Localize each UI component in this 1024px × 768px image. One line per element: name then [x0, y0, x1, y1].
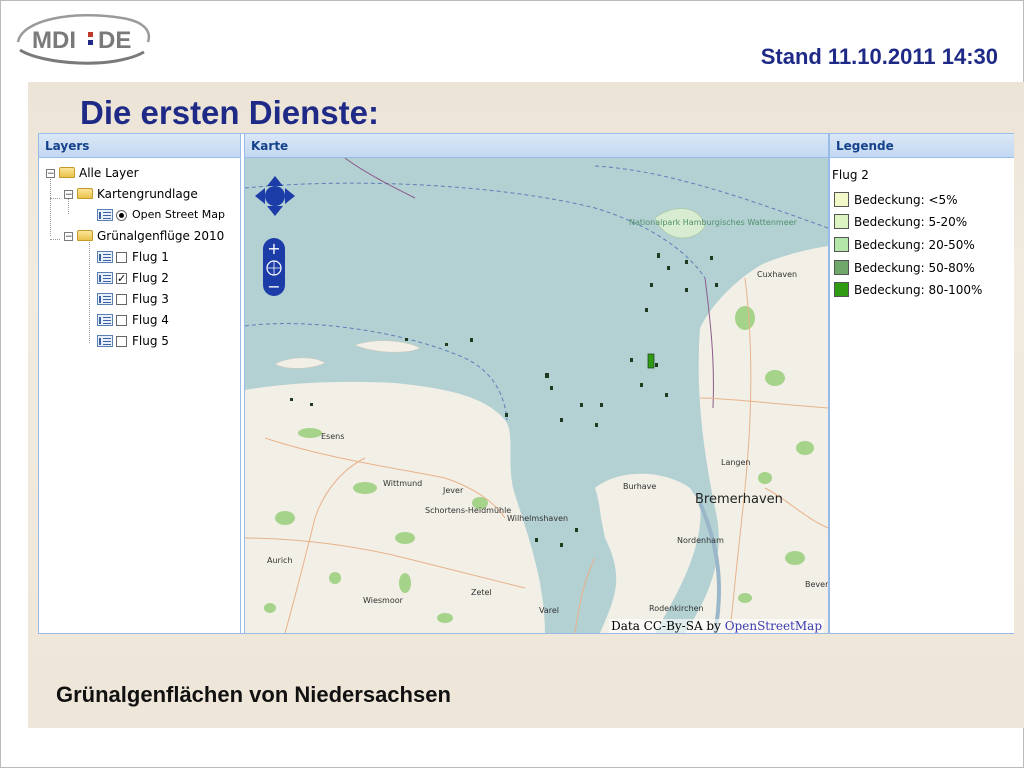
- svg-text:+: +: [267, 239, 280, 258]
- layers-panel: Layers − Alle Layer − Kartengrundlage Op…: [39, 134, 241, 633]
- map-label-nordenham: Nordenham: [677, 536, 724, 545]
- tree-node-alle-layer[interactable]: − Alle Layer: [39, 164, 239, 182]
- layer-checkbox[interactable]: [116, 336, 127, 347]
- layer-item-flug-3[interactable]: Flug 3: [39, 290, 239, 308]
- legend-panel: Legende Flug 2 Bedeckung: <5% Bedeckung:…: [829, 134, 1014, 633]
- legend-label: Bedeckung: 80-100%: [854, 283, 983, 297]
- folder-icon: [59, 167, 75, 178]
- timestamp: Stand 11.10.2011 14:30: [760, 44, 998, 69]
- layer-icon: [97, 293, 113, 305]
- layer-label: Flug 1: [132, 250, 169, 264]
- map-label-zetel: Zetel: [471, 588, 492, 597]
- legend-swatch: [834, 260, 849, 275]
- layer-checkbox[interactable]: [116, 315, 127, 326]
- layers-panel-header: Layers: [39, 134, 240, 158]
- svg-text:DE: DE: [98, 27, 131, 54]
- legend-label: Bedeckung: 20-50%: [854, 238, 975, 252]
- collapse-icon[interactable]: −: [64, 190, 73, 200]
- legend-label: Bedeckung: 5-20%: [854, 215, 968, 229]
- tree-node-label: Alle Layer: [79, 166, 139, 180]
- algae-patch-high: [647, 353, 655, 369]
- map-label-cuxhaven: Cuxhaven: [757, 270, 798, 279]
- svg-text:−: −: [267, 277, 280, 296]
- map-viewport[interactable]: + − Nationalpark Hamburgisches Wattenmee…: [245, 157, 829, 633]
- legend-swatch: [834, 214, 849, 229]
- map-label-esens: Esens: [321, 432, 345, 441]
- layer-icon: [97, 209, 113, 221]
- collapse-icon[interactable]: −: [64, 232, 73, 242]
- layer-item-flug-5[interactable]: Flug 5: [39, 332, 239, 350]
- map-label-wittmund: Wittmund: [383, 479, 423, 488]
- slide-caption: Grünalgenflächen von Niedersachsen: [56, 682, 451, 707]
- legend-swatch: [834, 192, 849, 207]
- layer-label: Flug 4: [132, 313, 169, 327]
- map-label-varel: Varel: [539, 606, 560, 615]
- attribution-link[interactable]: OpenStreetMap: [725, 619, 822, 633]
- layer-checkbox[interactable]: [116, 252, 127, 263]
- tree-node-gruenalgenfluege[interactable]: − Grünalgenflüge 2010: [39, 227, 239, 245]
- legend-label: Bedeckung: 50-80%: [854, 261, 975, 275]
- map-attribution: Data CC-By-SA by OpenStreetMap: [609, 619, 824, 633]
- tree-node-label: Grünalgenflüge 2010: [97, 229, 225, 243]
- layer-icon: [97, 251, 113, 263]
- layer-item-flug-2[interactable]: ✓ Flug 2: [39, 269, 239, 287]
- web-mapping-app: Layers − Alle Layer − Kartengrundlage Op…: [38, 133, 1014, 634]
- map-label-schortens: Schortens-Heidmühle: [425, 506, 512, 515]
- layer-label: Flug 3: [132, 292, 169, 306]
- map-panel-header: Karte: [245, 134, 828, 158]
- map-label-bever: Bever: [805, 580, 829, 589]
- zoom-control: + −: [263, 238, 285, 296]
- legend-swatch: [834, 282, 849, 297]
- mdi-de-logo: MDI DE: [16, 14, 151, 65]
- tree-node-label: Kartengrundlage: [97, 187, 198, 201]
- folder-icon: [77, 230, 93, 241]
- slide-title: Die ersten Dienste:: [80, 94, 379, 131]
- attribution-text: Data CC-By-SA by: [611, 619, 725, 633]
- layer-checkbox[interactable]: [116, 294, 127, 305]
- layer-item-flug-4[interactable]: Flug 4: [39, 311, 239, 329]
- layer-icon: [97, 335, 113, 347]
- map-label-rodenkirchen: Rodenkirchen: [649, 604, 704, 613]
- legend-panel-header: Legende: [830, 134, 1014, 158]
- svg-text:MDI: MDI: [32, 27, 76, 54]
- map-label-langen: Langen: [721, 458, 751, 467]
- map-label-jever: Jever: [443, 486, 464, 495]
- layer-label: Open Street Map: [132, 208, 226, 221]
- layer-checkbox-checked[interactable]: ✓: [116, 273, 127, 284]
- base-layer-radio[interactable]: [116, 210, 127, 221]
- collapse-icon[interactable]: −: [46, 169, 55, 179]
- legend-label: Bedeckung: <5%: [854, 193, 958, 207]
- map-label-wiesmoor: Wiesmoor: [363, 596, 403, 605]
- map-label-nationalpark: Nationalpark Hamburgisches Wattenmeer: [629, 218, 797, 227]
- folder-icon: [77, 188, 93, 199]
- layer-item-open-street-map[interactable]: Open Street Map: [39, 206, 239, 224]
- tree-node-kartengrundlage[interactable]: − Kartengrundlage: [39, 185, 239, 203]
- map-label-wilhelmshaven: Wilhelmshaven: [507, 514, 569, 523]
- legend-swatch: [834, 237, 849, 252]
- layer-label: Flug 5: [132, 334, 169, 348]
- map-label-burhave: Burhave: [623, 482, 657, 491]
- map-label-bremerhaven: Bremerhaven: [695, 492, 783, 507]
- legend-layer-name: Flug 2: [832, 168, 869, 182]
- layer-item-flug-1[interactable]: Flug 1: [39, 248, 239, 266]
- map-canvas[interactable]: + −: [245, 157, 828, 633]
- layer-label: Flug 2: [132, 271, 169, 285]
- layer-icon: [97, 272, 113, 284]
- map-panel: Karte + − Nationalpark Hamburgisches Wat…: [244, 134, 829, 633]
- layer-icon: [97, 314, 113, 326]
- map-label-aurich: Aurich: [267, 556, 293, 565]
